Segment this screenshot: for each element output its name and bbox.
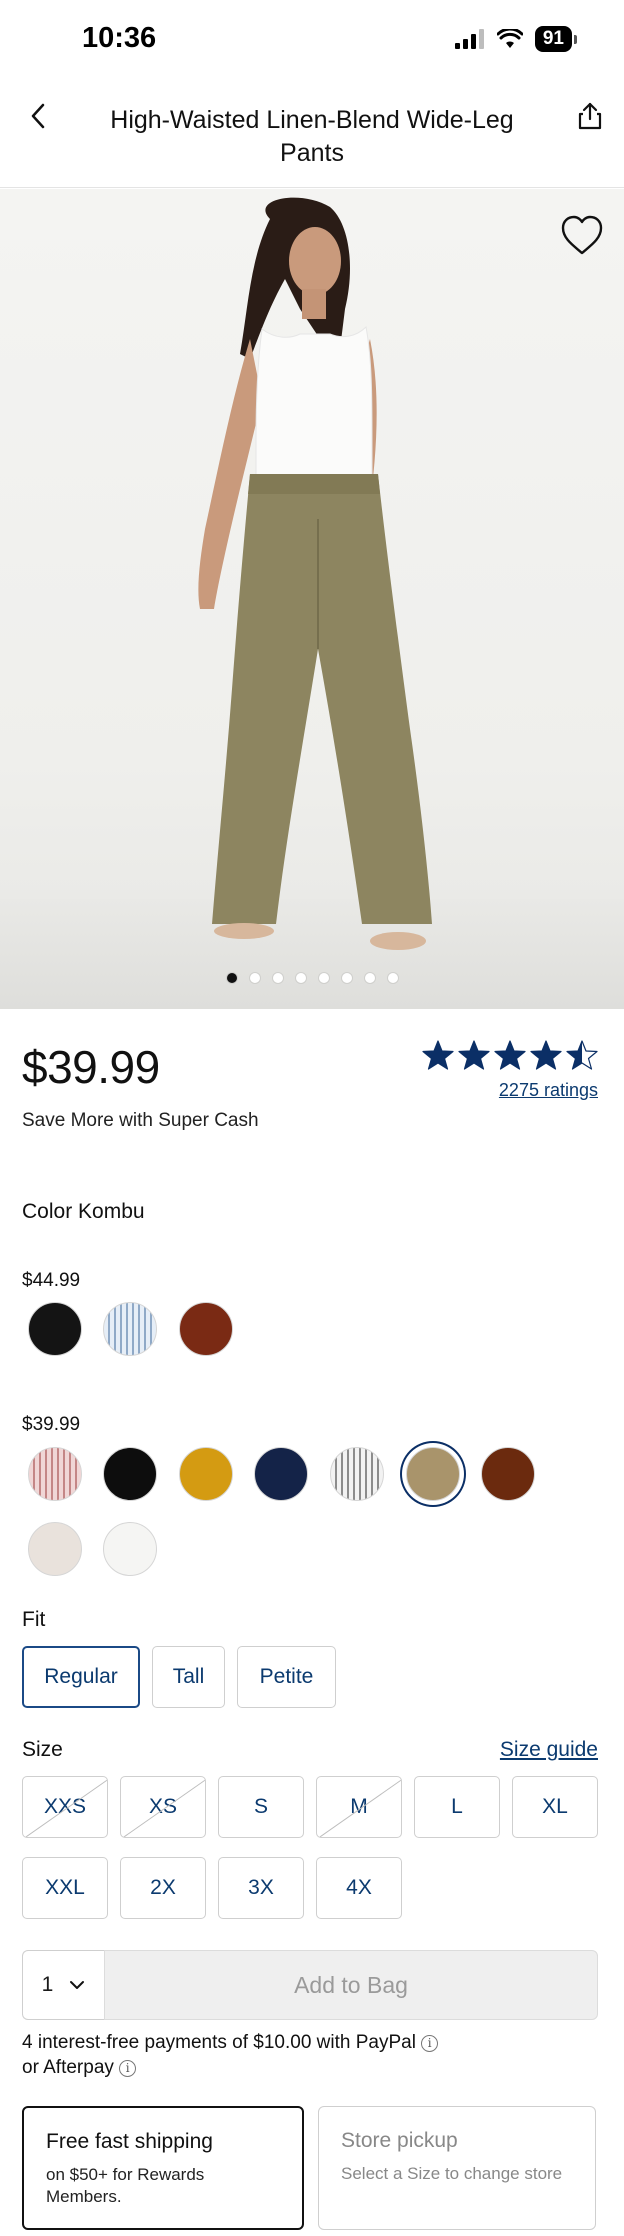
product-header: High-Waisted Linen-Blend Wide-Leg Pants [0, 80, 624, 188]
product-image[interactable] [0, 189, 624, 1009]
rating-stars[interactable] [422, 1040, 598, 1070]
size-option-xl[interactable]: XL [512, 1776, 598, 1838]
shipping-subtitle: on $50+ for Rewards Members. [46, 2165, 205, 2206]
size-guide-link[interactable]: Size guide [500, 1738, 598, 1762]
quantity-select[interactable]: 1 [22, 1950, 104, 2020]
star-icon [422, 1040, 454, 1070]
size-option-3x[interactable]: 3X [218, 1857, 304, 1919]
color-swatch[interactable] [179, 1447, 233, 1501]
star-icon [530, 1040, 562, 1070]
color-swatch[interactable] [103, 1447, 157, 1501]
color-swatch[interactable] [28, 1302, 82, 1356]
color-swatch[interactable] [406, 1447, 460, 1501]
quantity-value: 1 [41, 1973, 54, 1996]
paypal-installments-text: 4 interest-free payments of $10.00 with … [22, 2032, 416, 2053]
product-price: $39.99 [22, 1041, 160, 1093]
share-icon [578, 102, 602, 130]
add-to-bag-button[interactable]: Add to Bag [104, 1950, 598, 2020]
size-option-xxs[interactable]: XXS [22, 1776, 108, 1838]
carousel-dot[interactable] [364, 973, 375, 983]
carousel-dot[interactable] [295, 973, 306, 983]
color-tier-price-2: $39.99 [22, 1414, 81, 1435]
color-swatch[interactable] [179, 1302, 233, 1356]
size-option-xxl[interactable]: XXL [22, 1857, 108, 1919]
promo-text: Save More with Super Cash [22, 1110, 259, 1131]
star-icon [494, 1040, 526, 1070]
chevron-left-icon [31, 103, 45, 129]
favorite-heart-icon[interactable] [558, 211, 606, 259]
pickup-subtitle: Select a Size to change store [341, 2164, 563, 2183]
info-icon[interactable]: i [119, 2060, 137, 2077]
ratings-count-link[interactable]: 2275 ratings [499, 1080, 598, 1101]
carousel-dot[interactable] [341, 973, 352, 983]
store-pickup-card[interactable]: Store pickup Select a Size to change sto… [318, 2106, 596, 2230]
afterpay-text: or Afterpay [22, 2057, 114, 2078]
fit-label: Fit [22, 1608, 46, 1631]
size-option-xs[interactable]: XS [120, 1776, 206, 1838]
status-bar: 10:36 91 [0, 0, 624, 80]
payment-options: 4 interest-free payments of $10.00 with … [22, 2030, 582, 2080]
fit-option-regular[interactable]: Regular [22, 1646, 140, 1708]
color-swatch[interactable] [254, 1447, 308, 1501]
status-time: 10:36 [82, 22, 157, 54]
color-label: Color Kombu [22, 1200, 145, 1223]
shipping-title: Free fast shipping [46, 2130, 213, 2153]
color-swatch[interactable] [103, 1522, 157, 1576]
pickup-title: Store pickup [341, 2129, 458, 2152]
fit-option-tall[interactable]: Tall [152, 1646, 225, 1708]
carousel-dot[interactable] [226, 973, 237, 983]
signal-icon [454, 29, 484, 49]
size-option-4x[interactable]: 4X [316, 1857, 402, 1919]
status-icons: 91 [454, 26, 578, 52]
page-title: High-Waisted Linen-Blend Wide-Leg Pants [110, 106, 514, 167]
color-swatch[interactable] [481, 1447, 535, 1501]
size-option-m[interactable]: M [316, 1776, 402, 1838]
color-swatch[interactable] [103, 1302, 157, 1356]
color-swatch[interactable] [330, 1447, 384, 1501]
chevron-down-icon [70, 1981, 85, 1989]
battery-indicator: 91 [534, 26, 578, 52]
size-label: Size [22, 1738, 63, 1761]
fit-option-petite[interactable]: Petite [237, 1646, 336, 1708]
star-icon [566, 1040, 598, 1070]
shipping-option-card[interactable]: Free fast shipping on $50+ for Rewards M… [22, 2106, 304, 2230]
carousel-dot[interactable] [318, 973, 329, 983]
color-swatch[interactable] [28, 1447, 82, 1501]
carousel-dot[interactable] [272, 973, 283, 983]
star-icon [458, 1040, 490, 1070]
carousel-dot[interactable] [249, 973, 260, 983]
size-option-l[interactable]: L [414, 1776, 500, 1838]
color-tier-price-1: $44.99 [22, 1270, 81, 1291]
size-option-2x[interactable]: 2X [120, 1857, 206, 1919]
share-button[interactable] [568, 94, 612, 138]
carousel-dot[interactable] [387, 973, 398, 983]
info-icon[interactable]: i [421, 2035, 439, 2052]
back-button[interactable] [18, 96, 58, 136]
wifi-icon [496, 29, 523, 48]
size-option-s[interactable]: S [218, 1776, 304, 1838]
carousel-dots [0, 973, 624, 983]
color-swatch[interactable] [28, 1522, 82, 1576]
model-illustration [198, 197, 432, 950]
